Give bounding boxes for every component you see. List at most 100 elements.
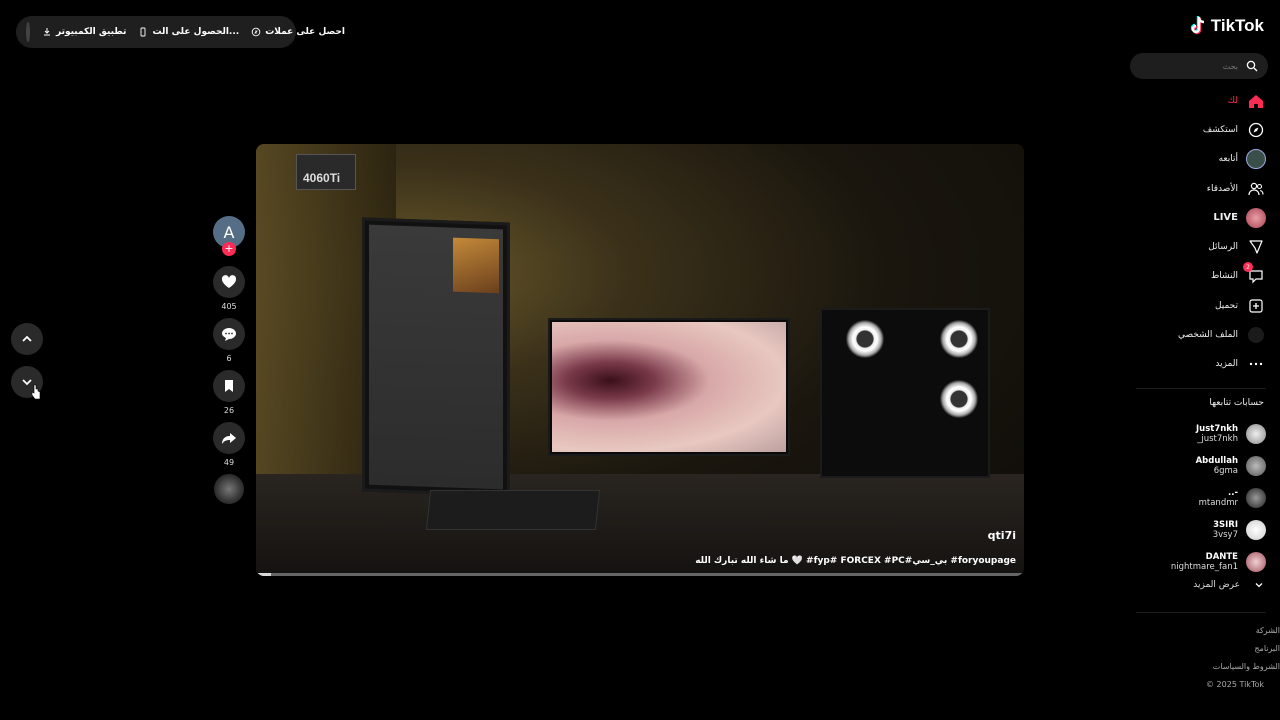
following-account[interactable]: Just7nkh _just7nkh <box>1126 418 1266 450</box>
nav-item-label: أتابعه <box>1218 154 1238 165</box>
nav-item-label: الرسائل <box>1208 242 1238 253</box>
video-player[interactable]: 4060Ti qti7i ما شاء الله تبارك الله 🤍 #f… <box>256 144 1024 576</box>
following-account[interactable]: ..- mtandmr <box>1126 482 1266 514</box>
loading-spinner-icon <box>26 22 30 42</box>
see-more-button[interactable]: عرض المزيد <box>1193 580 1264 590</box>
following-account[interactable]: Abdullah 6gma <box>1126 450 1266 482</box>
comment-button[interactable] <box>213 318 245 350</box>
following-icon <box>1246 149 1266 170</box>
nav-item-label: الملف الشخصي <box>1178 330 1238 341</box>
video-scene-gpu-box: 4060Ti <box>296 154 356 190</box>
account-handle: 6gma <box>1213 466 1238 476</box>
divider <box>1136 612 1266 613</box>
nav-item-label: استكشف <box>1202 124 1238 135</box>
previous-video-button[interactable] <box>11 323 43 355</box>
nav-item-profile[interactable]: الملف الشخصي <box>1126 320 1266 349</box>
video-progress-fill <box>256 573 272 576</box>
tiktok-note-icon <box>1190 16 1204 35</box>
get-coins-label: احصل على عملات <box>265 27 345 37</box>
nav-item-label: النشاط <box>1210 271 1238 282</box>
divider <box>1136 388 1266 389</box>
main-nav: لك استكشف أتابعه الأصدقاء LIVE الرسائل ا… <box>1126 86 1266 379</box>
footer-link-program[interactable]: البرنامج <box>1206 640 1280 658</box>
get-coins-button[interactable]: احصل على عملات <box>251 27 345 37</box>
nav-item-label: LIVE <box>1213 212 1238 224</box>
share-count: 49 <box>223 458 235 467</box>
follow-plus-button[interactable]: + <box>222 242 236 256</box>
search-icon[interactable] <box>1246 60 1258 72</box>
video-scene-horizontal-monitor <box>548 318 790 456</box>
hand-cursor-icon <box>31 384 41 400</box>
search-bar[interactable] <box>1130 53 1268 79</box>
save-button[interactable] <box>213 370 245 402</box>
get-app-button[interactable]: الحصول على الت... <box>138 27 239 37</box>
account-display-name: DANTE <box>1205 552 1238 562</box>
following-list: Just7nkh _just7nkh Abdullah 6gma ..- mtandm… <box>1126 418 1266 578</box>
video-scene-vertical-monitor <box>362 217 510 497</box>
nav-item-label: المزيد <box>1215 359 1238 370</box>
heart-icon <box>221 275 237 288</box>
account-display-name: Abdullah <box>1195 456 1238 466</box>
following-account[interactable]: DANTE nightmare_fan1 <box>1126 546 1266 578</box>
search-input[interactable] <box>1148 61 1238 71</box>
music-disc-icon[interactable] <box>214 474 244 504</box>
profile-icon <box>1248 327 1264 344</box>
video-progress-bar[interactable] <box>256 573 1024 576</box>
compass-icon <box>1248 122 1264 138</box>
tiktok-logo[interactable]: TikTok <box>1189 16 1264 36</box>
nav-item-label: لك <box>1227 95 1238 106</box>
footer-link-terms[interactable]: الشروط والسياسات <box>1206 658 1280 676</box>
video-scene-keyboard <box>425 490 601 530</box>
comment-icon <box>222 328 236 341</box>
desktop-app-label: تطبيق الكمبيوتر <box>56 27 127 37</box>
like-count: 405 <box>221 302 237 311</box>
nav-item-label: تحميل <box>1214 300 1238 311</box>
footer-links: الشركة البرنامج الشروط والسياسات © 2025 … <box>1206 622 1280 694</box>
home-icon <box>1249 94 1263 108</box>
friends-icon <box>1248 182 1264 195</box>
action-column: A + 405 6 26 49 <box>213 216 245 504</box>
save-count: 26 <box>223 406 235 415</box>
account-handle: mtandmr <box>1198 498 1238 508</box>
more-icon <box>1249 363 1263 366</box>
comment-count: 6 <box>226 354 232 363</box>
nav-item-following[interactable]: أتابعه <box>1126 145 1266 174</box>
avatar <box>1246 520 1266 540</box>
following-account[interactable]: 3SIRI 3vsy7 <box>1126 514 1266 546</box>
account-handle: 3vsy7 <box>1212 530 1238 540</box>
avatar <box>1246 488 1266 508</box>
fan-icon <box>846 320 884 358</box>
coin-icon <box>251 27 261 37</box>
avatar-letter: A <box>223 222 235 242</box>
avatar <box>1246 424 1266 444</box>
account-display-name: Just7nkh <box>1195 424 1238 434</box>
account-handle: nightmare_fan1 <box>1170 562 1238 572</box>
gpu-label: 4060Ti <box>303 171 341 185</box>
nav-item-upload[interactable]: تحميل <box>1126 291 1266 320</box>
chevron-down-icon <box>1255 583 1263 588</box>
footer-copyright: © 2025 TikTok <box>1206 680 1264 689</box>
nav-item-explore[interactable]: استكشف <box>1126 115 1266 144</box>
like-button[interactable] <box>213 266 245 298</box>
following-section-title: حسابات تتابعها <box>1209 398 1264 408</box>
top-toolbar: تطبيق الكمبيوتر الحصول على الت... احصل ع… <box>16 16 345 48</box>
video-caption: ما شاء الله تبارك الله 🤍 #fyp# FORCEX #P… <box>695 556 1016 566</box>
video-scene-pc-case <box>820 308 990 478</box>
share-button[interactable] <box>213 422 245 454</box>
get-app-label: الحصول على الت... <box>152 27 240 37</box>
nav-item-activity[interactable]: النشاط 2 <box>1126 262 1266 291</box>
nav-item-live[interactable]: LIVE <box>1126 203 1266 232</box>
creator-avatar[interactable]: A + <box>213 216 245 256</box>
desktop-app-button[interactable]: تطبيق الكمبيوتر <box>42 27 126 37</box>
nav-item-more[interactable]: المزيد <box>1126 350 1266 379</box>
nav-item-label: الأصدقاء <box>1206 183 1238 194</box>
footer-link-company[interactable]: الشركة <box>1206 622 1280 640</box>
phone-icon <box>141 27 146 37</box>
video-author[interactable]: qti7i <box>988 529 1016 542</box>
account-handle: _just7nkh <box>1197 434 1238 444</box>
nav-item-for-you[interactable]: لك <box>1126 86 1266 115</box>
nav-item-messages[interactable]: الرسائل <box>1126 232 1266 261</box>
see-more-label: عرض المزيد <box>1193 580 1240 590</box>
nav-item-friends[interactable]: الأصدقاء <box>1126 174 1266 203</box>
avatar <box>1246 456 1266 476</box>
